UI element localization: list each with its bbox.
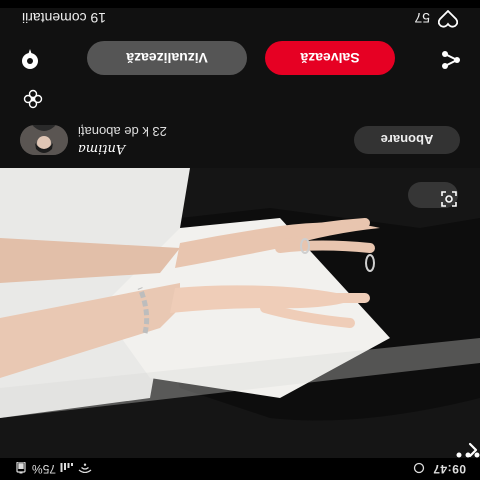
- status-bar: 09:47 75%: [0, 458, 480, 480]
- battery-icon: [14, 461, 26, 474]
- pin-image[interactable]: [0, 168, 480, 458]
- reactions-row: 57 19 comentarii: [0, 8, 480, 29]
- save-button[interactable]: Salvează: [265, 41, 395, 75]
- more-options-button[interactable]: [18, 419, 480, 458]
- flower-icon: [22, 88, 44, 110]
- action-row: Salvează Vizualizează: [0, 28, 480, 88]
- pin-button[interactable]: [18, 44, 42, 73]
- heart-icon[interactable]: [437, 8, 459, 29]
- status-time: 09:47: [432, 462, 466, 476]
- like-count: 57: [414, 10, 430, 26]
- battery-percent: 75%: [32, 462, 57, 476]
- view-button[interactable]: Vizualizează: [87, 41, 247, 75]
- author-row: Abonare Antima 23 k de abonați: [0, 112, 480, 168]
- system-nav-bar: [0, 0, 480, 8]
- visual-search-button[interactable]: [408, 182, 458, 208]
- follow-button[interactable]: Abonare: [354, 126, 460, 154]
- signal-icon: [60, 463, 74, 474]
- comments-count[interactable]: 19 comentarii: [22, 10, 106, 26]
- share-button[interactable]: [440, 45, 462, 72]
- pin-icon: [18, 45, 42, 70]
- whatsapp-icon: [413, 462, 425, 474]
- app-screen: 09:47 75% Abonare Antima 23 k de abonați…: [0, 0, 480, 480]
- subscriber-count: 23 k de abonați: [78, 124, 167, 139]
- back-button[interactable]: [432, 419, 478, 458]
- author-name[interactable]: Antima: [78, 141, 125, 156]
- share-icon: [440, 46, 462, 70]
- avatar[interactable]: [20, 125, 68, 155]
- wifi-icon: [78, 463, 92, 474]
